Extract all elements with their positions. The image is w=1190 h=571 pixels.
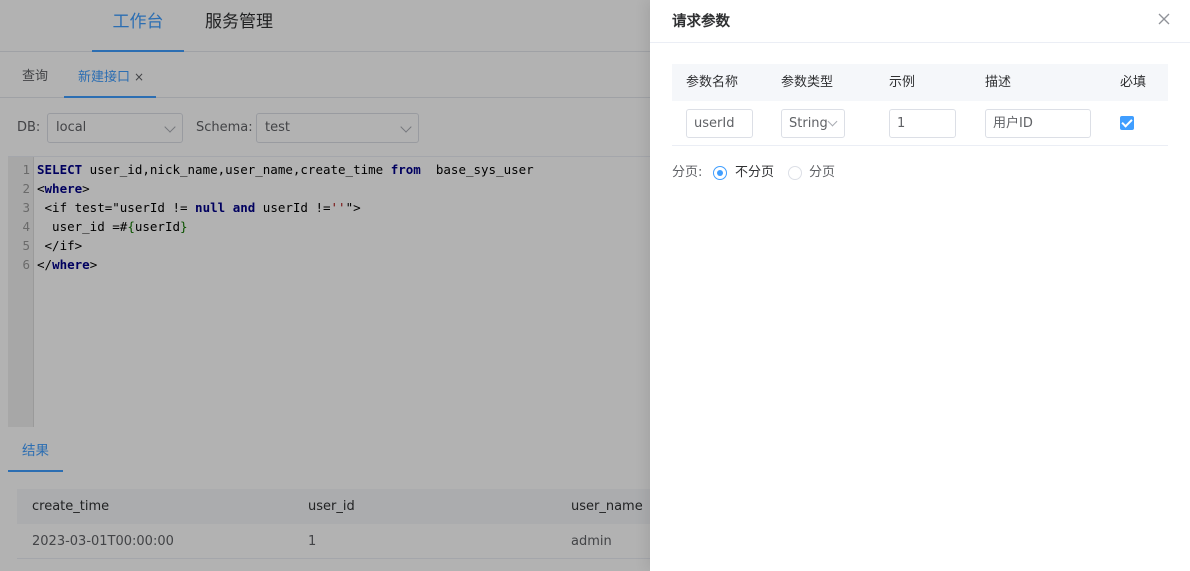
request-params-drawer: 请求参数 参数名称 参数类型 示例 描述 必填 userId String 1 (650, 0, 1190, 571)
column-header: 参数类型 (781, 75, 834, 90)
param-description-value: 用户ID (993, 116, 1033, 131)
paging-label: 分页: (672, 165, 703, 180)
radio-no-paging[interactable] (713, 166, 727, 180)
required-checkbox[interactable] (1120, 116, 1134, 130)
radio-paging-label[interactable]: 分页 (809, 162, 835, 184)
column-header: 描述 (985, 75, 1012, 90)
radio-no-paging-label[interactable]: 不分页 (735, 162, 774, 184)
column-header: 参数名称 (686, 75, 739, 90)
param-description-input[interactable]: 用户ID (985, 109, 1091, 138)
param-name-input[interactable]: userId (686, 109, 753, 138)
drawer-header: 请求参数 (650, 0, 1190, 43)
column-header: 示例 (889, 75, 916, 90)
param-name-value: userId (694, 116, 735, 131)
params-table-header: 参数名称 参数类型 示例 描述 必填 (672, 64, 1168, 101)
table-row: userId String 1 用户ID (672, 101, 1168, 146)
param-type-select[interactable]: String (781, 109, 845, 138)
chevron-down-icon (827, 116, 838, 127)
drawer-title: 请求参数 (672, 14, 730, 30)
close-icon[interactable] (1155, 10, 1173, 28)
param-type-value: String (789, 116, 828, 131)
column-header: 必填 (1120, 75, 1147, 90)
radio-paging[interactable] (788, 166, 802, 180)
param-example-value: 1 (897, 116, 906, 131)
param-example-input[interactable]: 1 (889, 109, 956, 138)
